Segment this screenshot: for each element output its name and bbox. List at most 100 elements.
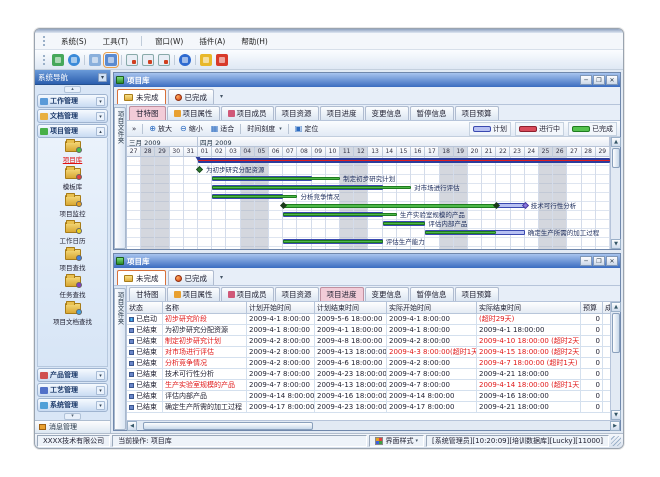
menu-item[interactable]: 插件(A) [196,35,228,48]
subtab-变更信息[interactable]: 变更信息 [365,287,409,301]
sidebar-item-项目查找[interactable]: 项目查找 [38,249,107,272]
gantt-window-titlebar[interactable]: 项目库 ─ ❐ ✕ [114,73,620,87]
actual-bar[interactable] [212,177,340,180]
column-header-状态[interactable]: 状态 [127,302,163,314]
sidebar-item-项目监控[interactable]: 项目监控 [38,195,107,218]
subtab-项目资源[interactable]: 项目资源 [275,106,319,120]
chevron-down-icon[interactable]: ▾ [96,401,105,410]
tab-未完成[interactable]: 未完成 [117,89,166,104]
restore-button[interactable]: ❐ [593,75,605,85]
scroll-thumb[interactable] [143,422,313,430]
ui-style-selector[interactable]: 界面样式 ▾ [369,435,424,447]
tab-已完成[interactable]: 已完成 [168,89,215,104]
subtab-变更信息[interactable]: 变更信息 [365,106,409,120]
subtab-暂停信息[interactable]: 暂停信息 [410,106,454,120]
tab-已完成[interactable]: 已完成 [168,270,215,285]
subtab-项目成员[interactable]: 项目成员 [221,106,274,120]
column-header-成本[interactable]: 成本 [603,302,610,314]
subtab-项目预算[interactable]: 项目预算 [455,106,499,120]
open-icon[interactable] [89,54,101,66]
column-header-预算[interactable]: 预算 [581,302,603,314]
toolbar-grip2[interactable] [43,55,46,65]
message-management-tab[interactable]: 消息管理 [35,420,110,433]
actual-bar[interactable] [283,213,397,216]
fit-button[interactable]: ▦适合 [209,123,237,135]
sidebar-overflow[interactable]: ▾ [35,412,110,420]
menu-item[interactable]: 帮助(H) [238,35,271,48]
actual-bar[interactable] [283,240,382,243]
subtab-项目成员[interactable]: 项目成员 [221,287,274,301]
sidebar-group-产品管理[interactable]: 产品管理▾ [37,368,108,382]
subtab-项目资源[interactable]: 项目资源 [275,287,319,301]
sidebar-group-工作管理[interactable]: 工作管理▾ [37,94,108,108]
scroll-down-icon[interactable]: ▼ [611,410,621,420]
subtab-项目预算[interactable]: 项目预算 [455,287,499,301]
summary-plan-extension[interactable] [496,203,524,208]
scroll-right-icon[interactable]: ▶ [610,421,620,431]
table-row[interactable]: 已结束分析竞争情况2009-4-2 8:00:002009-4-6 18:00:… [127,358,610,369]
actual-bar[interactable] [212,195,297,198]
sidebar-item-项目库[interactable]: 项目库 [38,141,107,164]
table-row[interactable]: 已结束对市场进行评估2009-4-2 8:00:002009-4-13 18:0… [127,347,610,358]
sidebar-item-模板库[interactable]: 模板库 [38,168,107,191]
menu-item[interactable]: 工具(T) [100,35,131,48]
project-folders-vertical-tab[interactable]: 项目文件夹 [114,288,126,430]
subtab-甘特图[interactable]: 甘特图 [129,106,166,120]
actual-bar[interactable] [383,222,426,225]
exit-icon[interactable] [216,54,228,66]
lock-icon[interactable] [200,54,212,66]
scroll-down-icon[interactable]: ▼ [611,239,621,249]
sidebar-item-任务查找[interactable]: 任务查找 [38,276,107,299]
time-scale-button[interactable]: 时间刻度▾ [245,123,284,135]
tab-overflow-icon[interactable]: ▾ [220,93,223,100]
subtab-暂停信息[interactable]: 暂停信息 [410,287,454,301]
report-icon[interactable] [126,54,138,66]
column-header-计划开始时间[interactable]: 计划开始时间 [247,302,315,314]
scroll-thumb[interactable] [612,313,620,353]
pin-icon[interactable]: ▾ [98,73,107,82]
column-header-实际结束时间[interactable]: 实际结束时间 [477,302,581,314]
chevron-down-icon[interactable]: ▾ [96,386,105,395]
project-folders-vertical-tab[interactable]: 项目文件夹 [114,107,126,249]
close-button[interactable]: ✕ [606,75,618,85]
subtab-项目进度[interactable]: 项目进度 [320,106,364,120]
table-window-titlebar[interactable]: 项目库 ─ ❐ ✕ [114,254,620,268]
table-row[interactable]: 已结束确定生产所需的加工过程2009-4-17 8:00:002009-4-23… [127,402,610,413]
restore-button[interactable]: ❐ [593,256,605,266]
subtab-项目进度[interactable]: 项目进度 [320,287,364,301]
sidebar-group-项目管理[interactable]: 项目管理▴ [37,124,108,138]
sidebar-item-项目文档查找[interactable]: 项目文档查找 [38,303,107,326]
table-vertical-scrollbar[interactable]: ▲ ▼ [610,302,620,420]
sidebar-group-文档管理[interactable]: 文档管理▾ [37,109,108,123]
sidebar-group-系统管理[interactable]: 系统管理▾ [37,398,108,412]
chevron-down-icon[interactable]: ▾ [96,371,105,380]
sidebar-collapse-strip[interactable]: ▴ [35,85,110,93]
table-row[interactable]: 已结束技术可行性分析2009-4-7 8:00:002009-4-23 18:0… [127,369,610,380]
help-icon[interactable] [179,54,191,66]
scroll-up-icon[interactable]: ▲ [611,302,621,312]
scroll-thumb[interactable] [612,148,620,168]
column-header-实际开始时间[interactable]: 实际开始时间 [387,302,477,314]
subtab-项目属性[interactable]: 项目属性 [167,287,220,301]
table-row[interactable]: 已结束为初步研究分配资源2009-4-1 8:00:002009-4-1 18:… [127,325,610,336]
zoom-in-button[interactable]: ⊕放大 [147,123,174,135]
menu-item[interactable]: 窗口(W) [152,35,186,48]
gantt-vertical-scrollbar[interactable]: ▲ ▼ [610,137,620,249]
column-header-计划结束时间[interactable]: 计划结束时间 [315,302,387,314]
chevron-up-icon[interactable]: ▴ [96,127,105,136]
scroll-up-icon[interactable]: ▲ [611,137,621,147]
table-row[interactable]: 已结束生产实验室规模的产品2009-4-7 8:00:002009-4-13 1… [127,380,610,391]
resize-grip[interactable] [611,436,621,446]
locate-button[interactable]: ▣定位 [293,123,321,135]
actual-bar[interactable] [212,186,411,189]
table-horizontal-scrollbar[interactable]: ◀ ▶ [127,420,620,430]
tab-未完成[interactable]: 未完成 [117,270,166,285]
web-icon[interactable] [68,54,80,66]
sidebar-group-工艺管理[interactable]: 工艺管理▾ [37,383,108,397]
actual-bar[interactable] [425,231,496,234]
chevron-down-icon[interactable]: ▾ [96,97,105,106]
tab-overflow-icon[interactable]: ▾ [220,274,223,281]
summary-complete-bar[interactable] [283,204,496,208]
subtab-甘特图[interactable]: 甘特图 [129,287,166,301]
minimize-button[interactable]: ─ [580,256,592,266]
